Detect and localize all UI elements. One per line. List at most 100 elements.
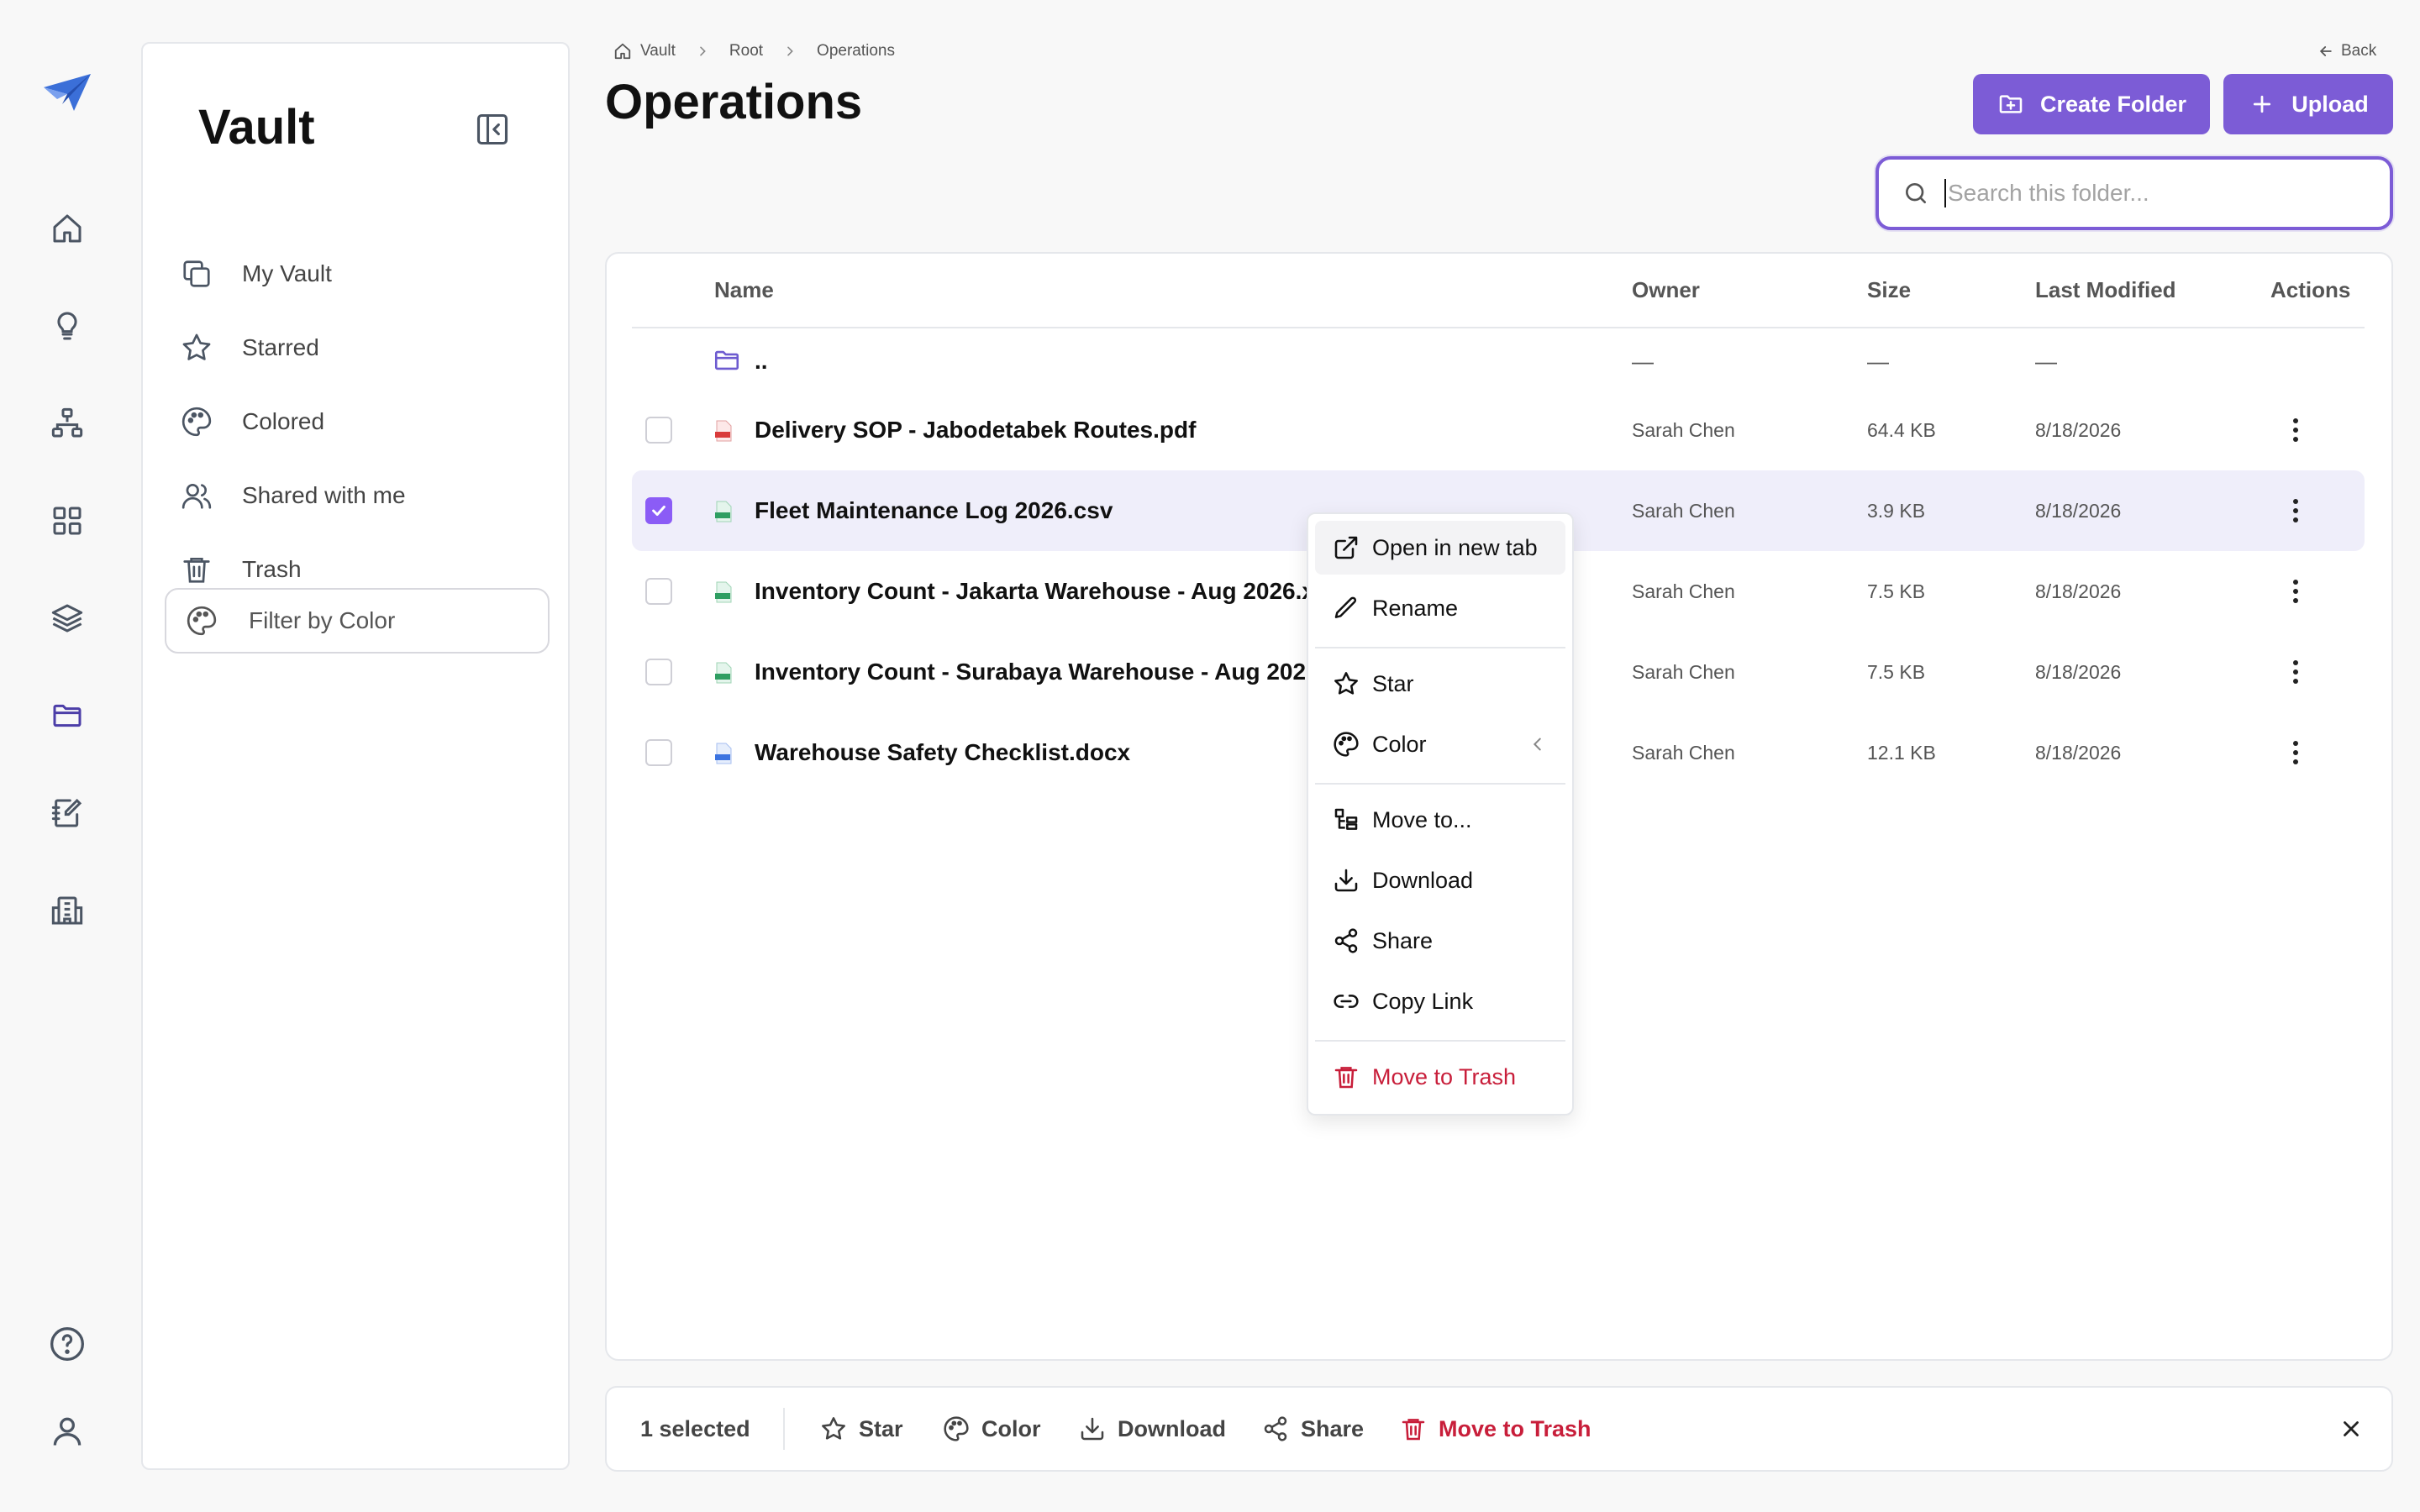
rail-org-chart-icon[interactable] [44, 400, 91, 447]
more-actions-icon[interactable] [2279, 632, 2312, 712]
sidebar-item-shared-with-me[interactable]: Shared with me [178, 465, 531, 526]
file-owner: Sarah Chen [1632, 660, 1735, 683]
menu-item-color[interactable]: Color [1315, 717, 1565, 771]
create-folder-button[interactable]: Create Folder [1973, 74, 2210, 134]
bulk-download-button[interactable]: Download [1077, 1388, 1226, 1470]
column-header-name[interactable]: Name [714, 277, 774, 303]
users-icon [178, 477, 215, 514]
menu-item-share[interactable]: Share [1315, 914, 1565, 968]
rail-layers-icon[interactable] [44, 595, 91, 642]
share-icon [1260, 1414, 1291, 1444]
sidebar-item-starred[interactable]: Starred [178, 318, 531, 378]
clear-selection-button[interactable] [2334, 1388, 2368, 1470]
breadcrumb-root[interactable]: Root [729, 42, 763, 60]
row-checkbox[interactable] [645, 659, 672, 685]
pdf-file-icon [715, 420, 732, 442]
file-name[interactable]: Inventory Count - Surabaya Warehouse - A… [755, 632, 1371, 712]
menu-item-move-to-trash[interactable]: Move to Trash [1315, 1050, 1565, 1104]
upload-button[interactable]: Upload [2223, 74, 2393, 134]
sidebar-item-label: Starred [242, 334, 319, 360]
menu-item-open-in-new-tab[interactable]: Open in new tab [1315, 521, 1565, 575]
page-title: Operations [605, 75, 863, 129]
check-icon [652, 505, 666, 517]
row-checkbox[interactable] [645, 578, 672, 605]
menu-divider [1315, 1040, 1565, 1042]
move-icon [1332, 806, 1360, 834]
file-name[interactable]: Inventory Count - Jakarta Warehouse - Au… [755, 551, 1348, 632]
rail-building-icon[interactable] [44, 887, 91, 934]
filter-by-color-button[interactable]: Filter by Color [165, 588, 550, 654]
file-size: 7.5 KB [1867, 580, 1926, 602]
chevron-left-icon [1528, 735, 1547, 753]
menu-item-copy-link[interactable]: Copy Link [1315, 974, 1565, 1028]
palette-icon [1332, 730, 1360, 759]
row-checkbox[interactable] [645, 417, 672, 444]
menu-item-download[interactable]: Download [1315, 853, 1565, 907]
file-size: 12.1 KB [1867, 741, 1936, 764]
column-header-owner[interactable]: Owner [1632, 277, 1700, 303]
menu-item-label: Star [1372, 670, 1414, 696]
table-row[interactable]: Delivery SOP - Jabodetabek Routes.pdf Sa… [632, 390, 2365, 470]
rail-folder-icon[interactable] [44, 692, 91, 739]
file-modified: 8/18/2026 [2035, 499, 2122, 522]
bulk-star-button[interactable]: Star [818, 1388, 903, 1470]
palette-icon [178, 403, 215, 440]
menu-item-move-to[interactable]: Move to... [1315, 793, 1565, 847]
bulk-action-bar: 1 selected Star Color Download Share Mov… [605, 1386, 2393, 1472]
more-actions-icon[interactable] [2279, 470, 2312, 551]
rail-notebook-edit-icon[interactable] [44, 790, 91, 837]
file-name[interactable]: Delivery SOP - Jabodetabek Routes.pdf [755, 390, 1196, 470]
close-icon [2344, 1421, 2359, 1436]
file-name[interactable]: Warehouse Safety Checklist.docx [755, 712, 1130, 793]
vault-sidebar: Vault My Vault Starred Colored Shared wi… [141, 42, 570, 1470]
breadcrumb-operations: Operations [817, 42, 895, 60]
file-size: 7.5 KB [1867, 660, 1926, 683]
bulk-share-button[interactable]: Share [1260, 1388, 1364, 1470]
folder-plus-icon [1996, 90, 2025, 118]
more-actions-icon[interactable] [2279, 390, 2312, 470]
sidebar-collapse-icon [476, 113, 508, 145]
row-checkbox[interactable] [645, 739, 672, 766]
bulk-star-label: Star [859, 1415, 903, 1441]
search-input[interactable] [1944, 179, 2386, 207]
menu-item-rename[interactable]: Rename [1315, 581, 1565, 635]
column-header-last-modified[interactable]: Last Modified [2035, 277, 2176, 303]
column-header-size[interactable]: Size [1867, 277, 1911, 303]
rail-help-icon[interactable] [44, 1320, 91, 1368]
rail-home-icon[interactable] [44, 205, 91, 252]
upload-label: Upload [2291, 91, 2369, 117]
create-folder-label: Create Folder [2039, 91, 2187, 117]
more-actions-icon[interactable] [2279, 551, 2312, 632]
rail-user-icon[interactable] [44, 1408, 91, 1455]
xlsx-file-icon [715, 662, 732, 684]
file-name[interactable]: Fleet Maintenance Log 2026.csv [755, 470, 1113, 551]
download-icon [1077, 1414, 1107, 1444]
row-checkbox-checked[interactable] [645, 497, 672, 524]
csv-file-icon [715, 501, 732, 522]
app-logo[interactable] [40, 71, 94, 114]
menu-item-star[interactable]: Star [1315, 657, 1565, 711]
sidebar-item-my-vault[interactable]: My Vault [178, 244, 531, 304]
context-menu: Open in new tab Rename Star Color Move t… [1307, 512, 1574, 1116]
file-owner: Sarah Chen [1632, 741, 1735, 764]
bulk-trash-label: Move to Trash [1439, 1415, 1591, 1441]
bulk-move-to-trash-button[interactable]: Move to Trash [1398, 1388, 1591, 1470]
search-icon [1901, 178, 1931, 208]
file-modified: 8/18/2026 [2035, 660, 2122, 683]
menu-item-label: Share [1372, 927, 1434, 953]
palette-icon [183, 602, 220, 639]
breadcrumb-vault[interactable]: Vault [640, 42, 676, 60]
sidebar-item-colored[interactable]: Colored [178, 391, 531, 452]
search-field[interactable] [1876, 156, 2393, 230]
rail-grid-icon[interactable] [44, 497, 91, 544]
bulk-color-button[interactable]: Color [941, 1388, 1041, 1470]
collapse-sidebar-button[interactable] [471, 108, 514, 151]
menu-item-label: Move to Trash [1372, 1063, 1517, 1089]
rail-lightbulb-icon[interactable] [44, 302, 91, 349]
more-actions-icon[interactable] [2279, 712, 2312, 793]
sidebar-item-label: Colored [242, 408, 325, 434]
docx-file-icon [715, 743, 732, 764]
back-link[interactable]: Back [2317, 39, 2376, 64]
xlsx-file-icon [715, 581, 732, 603]
logo-icon [44, 74, 91, 111]
